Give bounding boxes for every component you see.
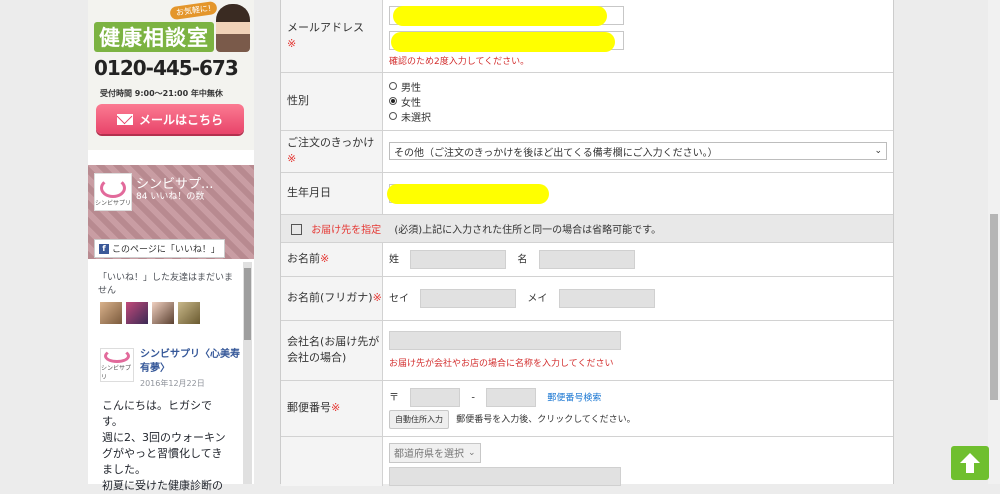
gender-option-unselected[interactable]: 未選択: [389, 109, 893, 124]
delivery-checkbox[interactable]: [291, 224, 302, 235]
email-label: メールアドレス ※: [281, 0, 383, 73]
postal-code-first-input[interactable]: [410, 387, 461, 407]
kana-sei-label: セイ: [389, 293, 409, 304]
sei-label: 姓: [389, 254, 399, 265]
facebook-like-button[interactable]: f このページに「いいね！」: [94, 239, 225, 258]
reason-row: ご注文のきっかけ ※ その他（ご注文のきっかけを後ほど出てくる備考欄にご入力くだ…: [281, 130, 893, 173]
name-label: お名前※: [281, 242, 383, 277]
postal-row: 郵便番号※ 〒 - 郵便番号検索 自動住所入力 郵便番号を入力後、クリックしてく…: [281, 380, 893, 437]
company-input[interactable]: [389, 331, 621, 350]
consultant-photo: [216, 4, 250, 52]
postal-dash: -: [471, 392, 475, 403]
promo-badge: お気軽に!: [169, 0, 218, 21]
redaction-mark: [393, 6, 607, 26]
chevron-down-icon: ⌄: [874, 146, 882, 156]
prefecture-select[interactable]: 都道府県を選択 ⌄: [389, 442, 481, 463]
last-name-input[interactable]: [410, 249, 507, 269]
gender-row: 性別 男性 女性 未選択: [281, 72, 893, 131]
gender-label: 性別: [281, 72, 383, 131]
email-row: メールアドレス ※ 確認のため2度入力してください。: [281, 0, 893, 73]
kana-row: お名前(フリガナ)※ セイ メイ: [281, 276, 893, 321]
birthday-row: 生年月日: [281, 172, 893, 215]
friend-avatar[interactable]: [152, 302, 174, 324]
company-row: 会社名(お届け先が会社の場合) お届け先が会社やお店の場合に名称を入力してくださ…: [281, 320, 893, 381]
facebook-like-count: 84 いいね！の数: [136, 192, 205, 202]
mail-icon: [116, 113, 133, 125]
friend-avatar[interactable]: [178, 302, 200, 324]
postal-symbol: 〒: [389, 392, 399, 403]
facebook-like-label: このページに「いいね！」: [112, 245, 220, 255]
back-to-top-button[interactable]: [951, 446, 989, 480]
redaction-mark: [391, 32, 615, 52]
last-name-kana-input[interactable]: [420, 288, 517, 308]
sidebar: お気軽に! 健康相談室 0120-445-673 受付時間 9:00～21:00…: [88, 0, 254, 492]
post-author[interactable]: シンビサプリ〈心美寿有夢〉: [140, 348, 240, 376]
mei-label: 名: [517, 254, 528, 265]
post-date[interactable]: 2016年12月22日: [140, 378, 205, 389]
page-scrollbar-thumb[interactable]: [990, 214, 998, 400]
prefecture-row: 都道府県を選択 ⌄: [281, 436, 893, 486]
reason-select[interactable]: その他（ご注文のきっかけを後ほど出てくる備考欄にご入力ください。） ⌄: [389, 142, 887, 160]
address-input[interactable]: [389, 466, 621, 486]
post-author-logo[interactable]: シンビサプリ: [100, 348, 134, 382]
mail-button-label: メールはこちら: [138, 112, 223, 127]
chevron-down-icon: ⌄: [468, 447, 476, 458]
delivery-link[interactable]: お届け先を指定: [311, 225, 381, 236]
friend-avatar[interactable]: [126, 302, 148, 324]
promo-title: 健康相談室: [94, 22, 214, 52]
company-label: 会社名(お届け先が会社の場合): [281, 320, 383, 381]
health-consultation-banner[interactable]: お気軽に! 健康相談室 0120-445-673 受付時間 9:00～21:00…: [88, 0, 254, 150]
delivery-note: (必須)上記に入力された住所と同一の場合は省略可能です。: [394, 224, 662, 236]
delivery-row: お届け先を指定 (必須)上記に入力された住所と同一の場合は省略可能です。: [281, 214, 893, 243]
birthday-label: 生年月日: [281, 172, 383, 215]
facebook-friends-text: 「いいね！」した友達はまだいません: [98, 273, 234, 296]
kana-label: お名前(フリガナ)※: [281, 276, 383, 321]
auto-address-note: 郵便番号を入力後、クリックしてください。: [456, 414, 636, 425]
facebook-icon: f: [99, 243, 109, 254]
postal-search-link[interactable]: 郵便番号検索: [547, 393, 601, 403]
radio-icon[interactable]: [389, 112, 397, 120]
redaction-mark: [387, 183, 549, 204]
email-note: 確認のため2度入力してください。: [389, 57, 530, 67]
postal-label: 郵便番号※: [281, 380, 383, 437]
facebook-friend-faces: [100, 302, 200, 324]
first-name-kana-input[interactable]: [558, 288, 655, 308]
company-note: お届け先が会社やお店の場合に名称を入力してください: [389, 359, 614, 369]
radio-icon[interactable]: [389, 82, 397, 90]
arrow-up-icon: [960, 453, 980, 473]
mail-button[interactable]: メールはこちら: [96, 104, 244, 134]
postal-code-second-input[interactable]: [486, 387, 537, 407]
post-body: こんにちは。ヒガシです。 週に2、3回のウォーキングがやっと習慣化してきました。…: [102, 399, 226, 492]
radio-checked-icon[interactable]: [389, 97, 397, 105]
friend-avatar[interactable]: [100, 302, 122, 324]
name-row: お名前※ 姓 名: [281, 242, 893, 277]
facebook-scrollbar-thumb[interactable]: [244, 268, 251, 340]
order-form: メールアドレス※ 確認のため2度入力してください。 性別 男性 女性 未選択: [280, 0, 894, 486]
auto-address-button[interactable]: 自動住所入力: [389, 409, 449, 429]
reason-label: ご注文のきっかけ ※: [281, 130, 383, 173]
kana-mei-label: メイ: [527, 293, 548, 304]
first-name-input[interactable]: [538, 249, 635, 269]
gender-option-female[interactable]: 女性: [389, 94, 893, 109]
promo-hours: 受付時間 9:00～21:00 年中無休: [100, 89, 223, 98]
promo-phone: 0120-445-673: [94, 56, 239, 80]
gender-option-male[interactable]: 男性: [389, 79, 893, 94]
facebook-page-cover[interactable]: シンビサプリ シンビサプ... 84 いいね！の数 f このページに「いいね！」: [88, 165, 254, 259]
brand-logo: シンビサプリ: [94, 173, 132, 211]
